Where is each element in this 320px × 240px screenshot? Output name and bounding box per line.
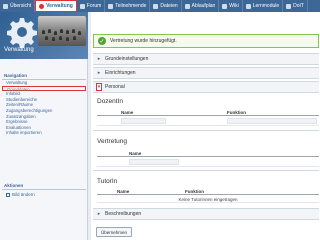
sidebar: Verwaltung Navigation Verwaltung Grunddat… — [0, 12, 88, 240]
table-row — [97, 158, 319, 167]
chevron-down-icon: ▾ — [96, 83, 102, 91]
section-label: Personal — [105, 84, 125, 90]
doit-icon — [286, 3, 292, 9]
divider — [93, 130, 319, 131]
apply-button[interactable]: Übernehmen — [96, 227, 133, 237]
section-institutions[interactable]: ▸ Einrichtungen — [93, 67, 319, 79]
section-label: Beschreibungen — [105, 211, 142, 217]
tutors-heading: TutorIn — [97, 178, 118, 185]
lecturer-function-input[interactable] — [227, 118, 317, 124]
navigation-heading: Navigation — [2, 72, 86, 80]
table-row — [97, 117, 319, 126]
deputy-name-field — [129, 159, 179, 165]
hero-title: Verwaltung — [4, 47, 34, 53]
change-image-action[interactable]: Bild ändern — [2, 190, 86, 199]
section-descriptions[interactable]: ▸ Beschreibungen — [93, 208, 319, 220]
tab-label: Lernmodule — [252, 3, 280, 9]
lecturers-table-header: Name Funktion — [97, 109, 319, 116]
schedule-icon — [184, 3, 190, 9]
wiki-icon — [222, 3, 228, 9]
deputies-table-header: Name — [97, 150, 319, 157]
section-staff[interactable]: ▾ Personal — [93, 81, 319, 93]
section-label: Einrichtungen — [105, 70, 136, 76]
actions-heading: Aktionen — [2, 182, 86, 190]
forum-icon — [79, 3, 85, 9]
chevron-right-icon: ▸ — [97, 56, 101, 62]
tab-wiki[interactable]: Wiki — [219, 0, 243, 12]
section-label: Grundeinstellungen — [105, 56, 149, 62]
tab-label: Teilnehmende — [115, 3, 147, 9]
deputies-heading: Vertretung — [97, 138, 127, 145]
tab-participants[interactable]: Teilnehmende — [105, 0, 151, 12]
chevron-right-icon: ▸ — [97, 211, 101, 217]
navigation-panel: Navigation Verwaltung Grunddaten Infobild S… — [2, 72, 86, 136]
main-content: ✓ Vertretung wurde hinzugefügt. ▸ Grunde… — [91, 12, 320, 240]
tab-forum[interactable]: Forum — [77, 0, 106, 12]
overview-icon — [3, 3, 8, 9]
learning-modules-icon — [245, 3, 251, 9]
settings-icon — [39, 3, 45, 9]
lecturers-heading: DozentIn — [97, 98, 124, 105]
tab-label: Wiki — [229, 3, 239, 9]
sidebar-hero: Verwaltung — [0, 12, 88, 59]
lecturer-name-field — [121, 118, 166, 124]
change-image-label: Bild ändern — [12, 192, 35, 197]
tab-label: Forum — [86, 3, 102, 9]
col-name: Name — [117, 189, 130, 194]
image-edit-icon — [6, 192, 10, 197]
col-name: Name — [121, 110, 134, 115]
sidebar-item[interactable]: Inhalte importieren — [2, 130, 86, 136]
success-text: Vertretung wurde hinzugefügt. — [110, 38, 177, 44]
divider — [93, 170, 319, 171]
col-name: Name — [129, 151, 142, 156]
tab-label: DoIT — [293, 3, 304, 9]
chevron-right-icon: ▸ — [97, 70, 101, 76]
tab-overview[interactable]: Übersicht — [0, 0, 36, 12]
actions-panel: Aktionen Bild ändern — [2, 182, 86, 199]
tutors-table-header: Name Funktion — [97, 188, 319, 195]
top-navigation: Übersicht Verwaltung Forum Teilnehmende Date… — [0, 0, 320, 12]
check-icon: ✓ — [98, 37, 106, 45]
tab-schedule[interactable]: Ablaufplan — [182, 0, 220, 12]
tab-label: Ablaufplan — [191, 3, 216, 9]
participants-icon — [108, 3, 114, 9]
col-function: Funktion — [227, 110, 246, 115]
tab-learning-modules[interactable]: Lernmodule — [243, 0, 284, 12]
tab-label: Verwaltung — [46, 3, 73, 9]
tab-settings[interactable]: Verwaltung — [35, 0, 77, 12]
success-message: ✓ Vertretung wurde hinzugefügt. — [93, 34, 319, 48]
section-basic-settings[interactable]: ▸ Grundeinstellungen — [93, 53, 319, 65]
tab-files[interactable]: Dateien — [150, 0, 182, 12]
tab-doit[interactable]: DoIT — [283, 0, 308, 12]
col-function: Funktion — [185, 189, 204, 194]
gear-icon — [7, 18, 37, 48]
files-icon — [153, 3, 159, 9]
course-photo — [38, 16, 86, 46]
tab-label: Übersicht — [10, 3, 32, 9]
navigation-list: Verwaltung Grunddaten Infobild Studienberei… — [2, 80, 86, 136]
tab-label: Dateien — [160, 3, 178, 9]
tutors-empty-message: Keine Tutorinnen eingetragen — [97, 196, 319, 203]
